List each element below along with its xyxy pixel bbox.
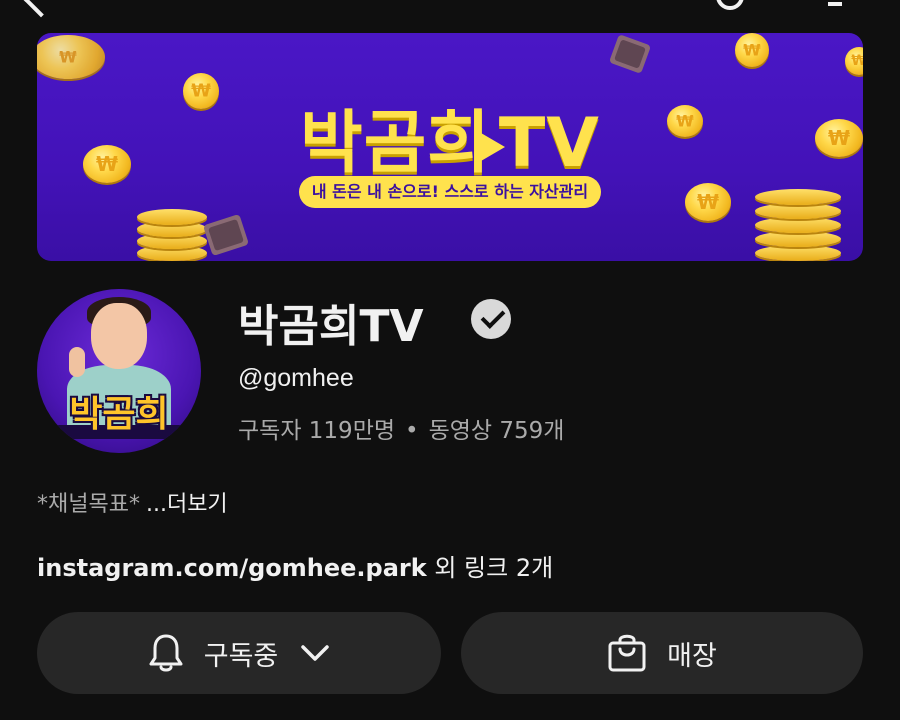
subscribed-label: 구독중 xyxy=(203,640,279,672)
store-button[interactable]: 매장 xyxy=(461,612,863,694)
avatar-label: 박곰희 xyxy=(69,394,169,435)
shopping-bag-icon xyxy=(608,634,646,672)
channel-description[interactable]: *채널목표* ...더보기 xyxy=(37,486,228,518)
wallet-icon xyxy=(608,34,652,74)
coin-stack xyxy=(137,205,207,261)
top-app-bar xyxy=(0,0,900,18)
link-url[interactable]: instagram.com/gomhee.park xyxy=(37,554,427,582)
search-icon[interactable] xyxy=(716,0,744,10)
back-arrow-icon[interactable] xyxy=(22,0,60,18)
coin-icon xyxy=(845,47,863,75)
subscribed-button[interactable]: 구독중 xyxy=(37,612,441,694)
bell-icon xyxy=(149,634,183,672)
video-count: 동영상 759개 xyxy=(428,418,565,444)
channel-avatar[interactable]: 박곰희 xyxy=(37,289,201,453)
wallet-icon xyxy=(202,213,250,257)
separator-dot: • xyxy=(405,418,419,444)
channel-banner: 박곰희TV 내 돈은 내 손으로! 스스로 하는 자산관리 xyxy=(37,33,863,261)
more-icon[interactable] xyxy=(828,0,842,6)
chevron-down-icon xyxy=(301,645,330,661)
coin-icon xyxy=(735,33,769,67)
description-text: *채널목표* xyxy=(37,492,140,517)
coin-stack xyxy=(755,183,841,261)
channel-name: 박곰희TV xyxy=(238,301,424,352)
channel-stats: 구독자 119만명 • 동영상 759개 xyxy=(238,411,564,445)
subscriber-count: 구독자 119만명 xyxy=(238,418,396,444)
channel-links[interactable]: instagram.com/gomhee.park 외 링크 2개 xyxy=(37,548,553,583)
store-label: 매장 xyxy=(667,640,717,672)
coin-icon xyxy=(37,35,105,79)
more-link[interactable]: ...더보기 xyxy=(146,492,228,517)
banner-title: 박곰희 TV xyxy=(300,104,600,183)
coin-icon xyxy=(685,183,731,221)
link-extra[interactable]: 외 링크 2개 xyxy=(427,554,553,582)
channel-handle: @gomhee xyxy=(238,364,354,392)
banner-tagline: 내 돈은 내 손으로! 스스로 하는 자산관리 xyxy=(299,176,601,208)
check-circle-icon xyxy=(471,299,511,339)
